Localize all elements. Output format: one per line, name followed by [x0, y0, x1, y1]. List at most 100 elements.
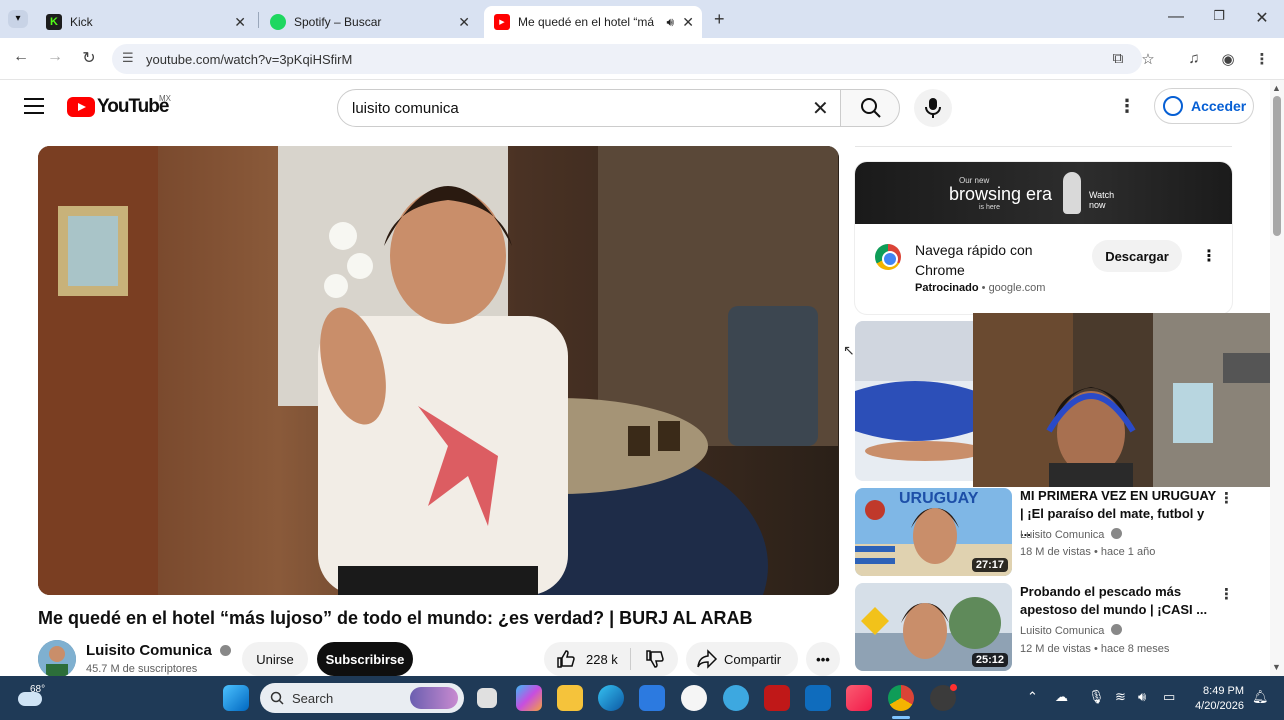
divider [629, 648, 631, 670]
browser-tabstrip: ▾ K Kick ✕ Spotify – Buscar ✕ ▶ Me quedé… [0, 0, 1284, 38]
wifi-icon[interactable]: ≋ [1115, 689, 1126, 705]
menu-icon[interactable] [24, 98, 44, 114]
ad-menu-icon[interactable]: ⋮ [1201, 246, 1217, 266]
notification-bell-icon[interactable]: 🔔︎ [1252, 689, 1269, 705]
join-button[interactable]: Unirse [242, 642, 308, 676]
close-icon[interactable]: ✕ [234, 14, 246, 31]
reload-icon[interactable]: ↻ [78, 48, 100, 68]
tab-divider [258, 12, 259, 28]
search-button[interactable] [840, 89, 900, 127]
search-input[interactable]: luisito comunica [337, 89, 841, 127]
channel-avatar-image [38, 640, 76, 678]
back-icon[interactable]: ← [10, 48, 32, 66]
speaker-icon[interactable]: 🔊︎ [666, 15, 674, 30]
more-actions-button[interactable]: ••• [806, 642, 840, 676]
share-button[interactable]: Compartir [686, 642, 798, 676]
recording-dot-icon [950, 684, 957, 691]
weather-temperature: 68° [30, 684, 46, 695]
bookmark-star-icon[interactable]: ☆ [1138, 50, 1158, 68]
onedrive-icon[interactable]: ☁ [1055, 689, 1068, 705]
profile-icon[interactable]: ◉ [1218, 50, 1238, 68]
close-icon[interactable]: ✕ [682, 14, 694, 31]
maximize-icon[interactable]: ❐ [1207, 8, 1231, 24]
ad-card[interactable]: Our new browsing era is here Watch now N… [855, 162, 1232, 314]
site-info-icon[interactable]: ☰ [122, 50, 134, 66]
sign-in-button[interactable]: Acceder [1154, 88, 1254, 124]
rocket-icon [1063, 172, 1081, 214]
minimize-icon[interactable]: — [1164, 8, 1188, 26]
ad-banner[interactable]: Our new browsing era is here Watch now [855, 162, 1232, 224]
youtube-logo[interactable]: YouTube MX [67, 94, 171, 118]
page-scrollbar-thumb[interactable] [1273, 96, 1281, 236]
like-button[interactable]: 228 k [556, 649, 618, 669]
recommendation-channel[interactable]: Luisito Comunica [1020, 624, 1123, 637]
search-icon [861, 98, 881, 118]
copilot-icon[interactable] [516, 685, 542, 711]
download-label: Descargar [1105, 248, 1169, 264]
close-icon[interactable]: ✕ [458, 14, 470, 31]
voice-search-button[interactable] [914, 89, 952, 127]
media-controls-icon[interactable]: ♫ [1184, 50, 1204, 67]
thumbs-up-icon [557, 650, 575, 668]
download-button[interactable]: Descargar [1092, 240, 1182, 272]
cloud-app-icon[interactable] [723, 685, 749, 711]
music-app-icon[interactable] [846, 685, 872, 711]
edge-icon[interactable] [598, 685, 624, 711]
recommendation-menu-icon[interactable]: ⋮ [1219, 489, 1234, 507]
mcafee-icon[interactable] [764, 685, 790, 711]
store-icon[interactable] [639, 685, 665, 711]
task-view-icon[interactable] [477, 688, 497, 708]
spotify-icon [270, 14, 286, 30]
video-frame-image [38, 146, 839, 595]
recommendation-channel[interactable]: Luisito Comunica [1020, 528, 1123, 541]
tab-youtube[interactable]: ▶ Me quedé en el hotel “más 🔊︎ ✕ [484, 6, 702, 38]
ad-sponsor-line: Patrocinado • google.com [915, 282, 1045, 294]
install-app-icon[interactable]: ⧉ [1108, 50, 1128, 67]
windows-taskbar: 68° Search ⌃ ☁ 🎙︎ ≋ 🔊︎ ▭ 8:49 PM 4/20/20… [0, 676, 1284, 720]
clear-search-icon[interactable]: ✕ [812, 96, 829, 121]
verified-badge-icon [1111, 624, 1123, 635]
browser-menu-icon[interactable]: ⋮ [1252, 50, 1272, 68]
new-tab-icon[interactable]: + [714, 9, 725, 30]
tab-kick[interactable]: K Kick ✕ [36, 6, 254, 38]
arc-app-icon[interactable] [681, 685, 707, 711]
tab-search-dropdown-icon[interactable]: ▾ [8, 10, 28, 28]
scroll-up-arrow-icon[interactable]: ▲ [1272, 83, 1281, 93]
search-highlight-image [410, 687, 458, 709]
chrome-taskbar-icon[interactable] [888, 685, 914, 711]
battery-icon[interactable]: ▭ [1163, 689, 1175, 705]
microphone-tray-icon[interactable]: 🎙︎ [1088, 689, 1105, 705]
recommendation-title[interactable]: Probando el pescado más apestoso del mun… [1020, 583, 1216, 619]
recommendation-thumbnail[interactable]: 25:12 [855, 583, 1012, 671]
tab-spotify[interactable]: Spotify – Buscar ✕ [260, 6, 478, 38]
like-dislike-group: 228 k [544, 642, 678, 676]
tray-overflow-icon[interactable]: ⌃ [1027, 689, 1038, 705]
ad-domain: google.com [988, 282, 1046, 294]
file-explorer-icon[interactable] [557, 685, 583, 711]
subscribe-button[interactable]: Subscribirse [317, 642, 413, 676]
duration-badge: 25:12 [971, 653, 1008, 667]
recommendation-menu-icon[interactable]: ⋮ [1219, 585, 1234, 603]
taskbar-clock[interactable]: 8:49 PM 4/20/2026 [1188, 684, 1244, 714]
volume-icon[interactable]: 🔊︎ [1138, 689, 1146, 705]
forward-icon[interactable]: → [44, 48, 66, 66]
outlook-icon[interactable] [805, 685, 831, 711]
recommendation-thumbnail[interactable]: URUGUAY 27:17 [855, 488, 1012, 576]
recommendation-channel-name: Luisito Comunica [1020, 529, 1105, 541]
more-options-icon[interactable]: ⋮ [1118, 96, 1136, 117]
windows-start-icon[interactable] [223, 685, 249, 711]
channel-name[interactable]: Luisito Comunica [86, 642, 232, 659]
scroll-down-arrow-icon[interactable]: ▼ [1272, 662, 1281, 672]
video-player[interactable] [38, 146, 839, 595]
thumbs-down-icon[interactable] [645, 649, 665, 669]
close-window-icon[interactable]: ✕ [1250, 8, 1274, 28]
address-bar[interactable]: ☰ youtube.com/watch?v=3pKqiHSfirM [112, 44, 1142, 74]
ad-title[interactable]: Navega rápido con Chrome [915, 240, 1085, 280]
taskbar-search-placeholder: Search [292, 690, 334, 706]
thumbnail-text: URUGUAY [899, 490, 979, 507]
youtube-header: YouTube MX luisito comunica ✕ ⋮ Acceder [0, 80, 1270, 136]
channel-avatar[interactable] [38, 640, 76, 678]
sponsored-label: Patrocinado [915, 282, 979, 294]
logo-text: YouTube [97, 96, 169, 117]
taskbar-search-input[interactable]: Search [260, 683, 464, 713]
